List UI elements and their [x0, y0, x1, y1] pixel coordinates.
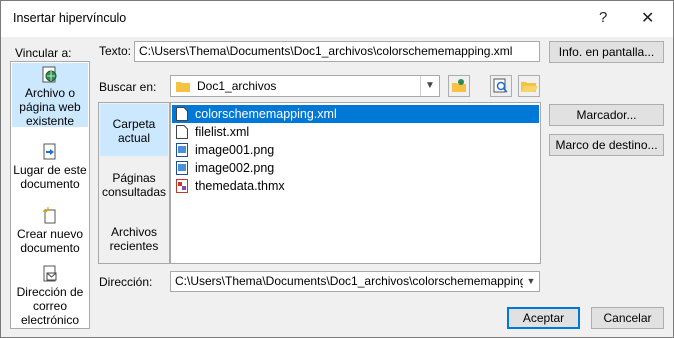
file-name: image001.png: [195, 143, 275, 157]
bookmark-button[interactable]: Marcador...: [549, 104, 664, 126]
image-file-icon: [176, 161, 188, 175]
file-name: image002.png: [195, 161, 275, 175]
file-row[interactable]: themedata.thmx: [172, 177, 539, 195]
link-to-label: Vincular a:: [15, 46, 72, 60]
file-row[interactable]: colorschememapping.xml: [172, 105, 539, 123]
nav-recent-files[interactable]: Archivos recientes: [100, 225, 168, 255]
close-button[interactable]: ✕: [641, 8, 654, 28]
insert-hyperlink-dialog: Insertar hipervínculo ? ✕ Vincular a: Ar…: [0, 0, 674, 338]
xml-file-icon: [176, 125, 188, 139]
search-icon: [493, 78, 508, 93]
folder-icon: [176, 82, 190, 92]
file-name: filelist.xml: [195, 125, 250, 139]
link-existing-file-or-web-page[interactable]: Archivo o página web existente: [12, 63, 88, 128]
text-to-display-input[interactable]: C:\Users\Thema\Documents\Doc1_archivos\c…: [134, 41, 540, 62]
file-name: themedata.thmx: [195, 179, 285, 193]
chevron-down-icon[interactable]: ▼: [523, 272, 539, 291]
globe-document-icon: [42, 66, 57, 83]
link-item-label: Archivo o página web existente: [19, 86, 81, 128]
link-email-address[interactable]: Dirección de correo electrónico: [12, 262, 88, 327]
file-list: colorschememapping.xml filelist.xml imag…: [170, 102, 541, 264]
link-item-label: Crear nuevo documento: [16, 227, 84, 255]
file-row[interactable]: filelist.xml: [172, 123, 539, 141]
look-in-select[interactable]: Doc1_archivos ▼: [170, 75, 440, 97]
place-in-document-icon: [43, 143, 56, 160]
address-input[interactable]: C:\Users\Thema\Documents\Doc1_archivos\c…: [170, 271, 540, 292]
open-folder-icon: [521, 82, 538, 92]
screentip-button[interactable]: Info. en pantalla...: [549, 41, 664, 63]
look-in-label: Buscar en:: [99, 80, 157, 94]
link-item-label: Dirección de correo electrónico: [16, 285, 84, 327]
nav-current-folder[interactable]: Carpeta actual: [100, 104, 168, 156]
link-place-in-document[interactable]: Lugar de este documento: [12, 140, 88, 192]
xml-file-icon: [176, 107, 188, 121]
browse-file-button[interactable]: [518, 75, 540, 97]
title-bar: Insertar hipervínculo ? ✕: [1, 1, 673, 37]
look-in-value: Doc1_archivos: [197, 79, 277, 93]
browse-web-icon: [452, 79, 466, 92]
cancel-button[interactable]: Cancelar: [591, 307, 664, 329]
link-create-new-document[interactable]: Crear nuevo documento: [12, 204, 88, 256]
file-name: colorschememapping.xml: [195, 107, 337, 121]
link-item-label: Lugar de este documento: [13, 163, 87, 191]
target-frame-button[interactable]: Marco de destino...: [549, 134, 664, 156]
nav-browsed-pages[interactable]: Páginas consultadas: [100, 171, 168, 201]
file-row[interactable]: image001.png: [172, 141, 539, 159]
address-value: C:\Users\Thema\Documents\Doc1_archivos\c…: [175, 274, 540, 288]
dialog-title: Insertar hipervínculo: [13, 11, 127, 25]
chevron-down-icon[interactable]: ▼: [420, 76, 439, 96]
help-button[interactable]: ?: [599, 9, 607, 26]
theme-file-icon: [176, 179, 188, 193]
search-web-button[interactable]: [490, 75, 512, 97]
address-label: Dirección:: [99, 275, 153, 289]
new-document-icon: [42, 207, 56, 224]
file-row[interactable]: image002.png: [172, 159, 539, 177]
link-to-bar: Archivo o página web existente Lugar de …: [10, 61, 90, 329]
image-file-icon: [176, 143, 188, 157]
email-icon: [43, 265, 57, 282]
file-source-nav: Carpeta actual Páginas consultadas Archi…: [98, 102, 170, 264]
ok-button[interactable]: Aceptar: [507, 307, 580, 329]
browse-web-button[interactable]: [448, 75, 470, 97]
text-to-display-label: Texto:: [99, 44, 132, 58]
